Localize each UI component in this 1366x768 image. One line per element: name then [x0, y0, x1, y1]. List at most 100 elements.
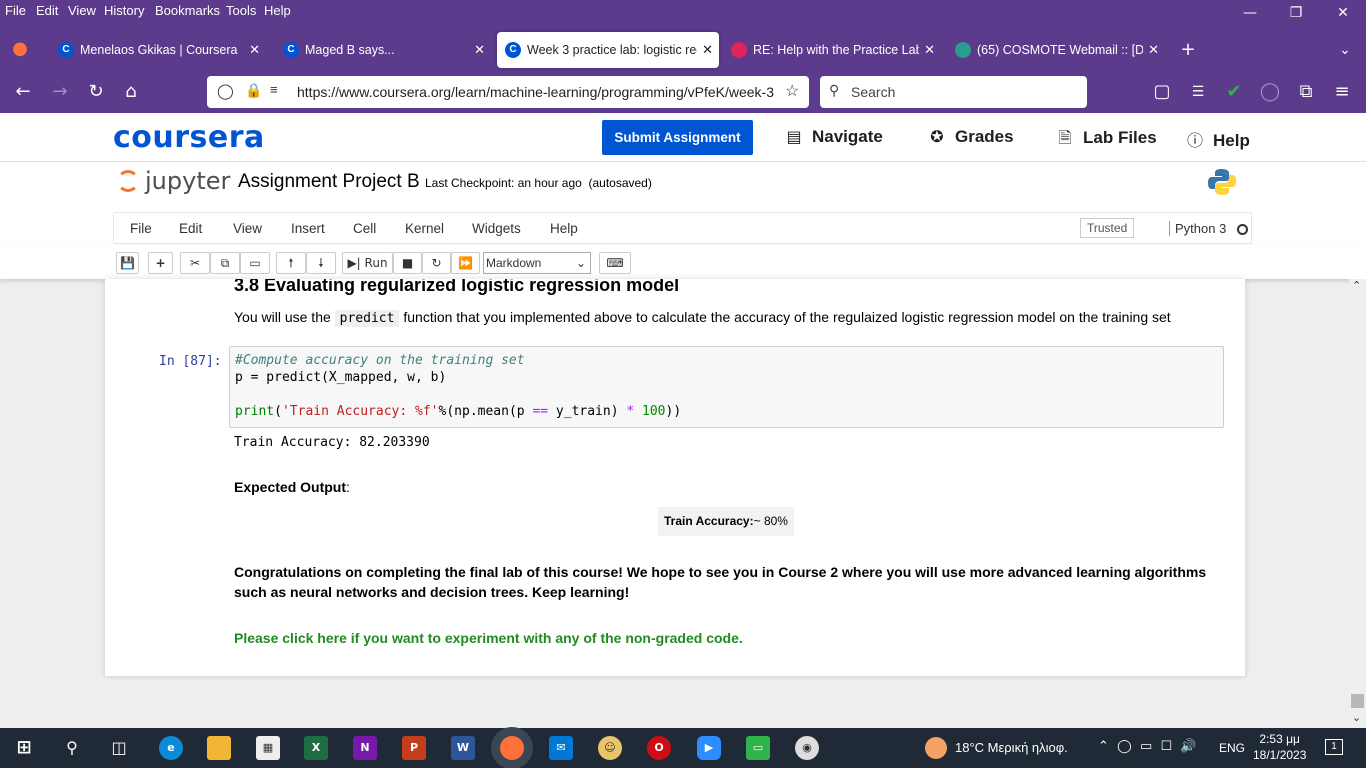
menu-file[interactable]: File	[5, 3, 26, 18]
close-tab-icon[interactable]: ✕	[249, 32, 260, 68]
extension-check-icon[interactable]: ✔	[1223, 81, 1245, 103]
extensions-puzzle-icon[interactable]: ⧉	[1295, 81, 1317, 103]
scroll-thumb[interactable]	[1351, 694, 1364, 708]
excel-icon[interactable]: X	[304, 736, 328, 760]
pocket-icon[interactable]: ▢	[1151, 81, 1173, 103]
copy-icon[interactable]: ⧉	[210, 252, 240, 274]
onenote-icon[interactable]: N	[353, 736, 377, 760]
close-tab-icon[interactable]: ✕	[474, 32, 485, 68]
back-icon[interactable]: ←	[12, 81, 34, 103]
tab-menelaos[interactable]: C Menelaos Gkikas | Coursera ✕	[50, 32, 266, 68]
language-indicator[interactable]: ENG	[1219, 741, 1245, 755]
forward-icon[interactable]: →	[49, 81, 71, 103]
url-bar[interactable]: ◯ 🔒 ≡ https://www.coursera.org/learn/mac…	[207, 76, 809, 108]
library-icon[interactable]: ☰	[1187, 81, 1209, 103]
jmenu-help[interactable]: Help	[550, 221, 578, 236]
file-explorer-icon[interactable]	[207, 736, 231, 760]
restart-icon[interactable]: ↻	[422, 252, 451, 274]
keyboard-icon[interactable]: ⌨	[599, 252, 631, 274]
jmenu-file[interactable]: File	[130, 221, 152, 236]
windows-start-icon[interactable]: ⊞	[12, 736, 36, 760]
navigate-button[interactable]: ▤ Navigate	[784, 127, 882, 147]
save-icon[interactable]: 💾	[116, 252, 139, 274]
game-icon[interactable]: ☺	[598, 736, 622, 760]
restore-icon[interactable]: ❐	[1273, 2, 1319, 24]
firefox-taskbar-icon[interactable]	[500, 736, 524, 760]
paint-icon[interactable]: ◉	[795, 736, 819, 760]
word-icon[interactable]: W	[451, 736, 475, 760]
jmenu-insert[interactable]: Insert	[291, 221, 325, 236]
permissions-icon[interactable]: ≡	[270, 82, 278, 97]
weather-text[interactable]: 18°C Μερική ηλιοφ.	[955, 740, 1068, 755]
mail-icon[interactable]: ✉	[549, 736, 573, 760]
insert-cell-icon[interactable]: +	[148, 252, 173, 274]
fast-forward-icon[interactable]: ⏩	[451, 252, 480, 274]
tab-maged[interactable]: C Maged B says... ✕	[275, 32, 491, 68]
experiment-link[interactable]: Please click here if you want to experim…	[234, 630, 743, 646]
chevron-down-icon[interactable]: ⌄	[1334, 39, 1356, 61]
new-tab-icon[interactable]: +	[1177, 39, 1199, 61]
opera-icon[interactable]: O	[647, 736, 671, 760]
search-input[interactable]: Search	[851, 84, 895, 100]
search-icon[interactable]: ⚲	[60, 736, 84, 760]
close-window-icon[interactable]: ✕	[1320, 2, 1366, 24]
jmenu-cell[interactable]: Cell	[353, 221, 376, 236]
close-tab-icon[interactable]: ✕	[702, 32, 713, 68]
run-button[interactable]: ▶| Run	[342, 252, 393, 274]
notification-icon[interactable]: 1	[1325, 739, 1343, 755]
firefox-view-icon[interactable]: ●	[9, 38, 31, 60]
notebook-title[interactable]: Assignment Project B	[238, 171, 420, 193]
jupyter-logo[interactable]: jupyter	[117, 167, 230, 195]
page-scrollbar[interactable]: ⌃ ⌄	[1349, 279, 1366, 728]
reload-icon[interactable]: ↻	[85, 81, 107, 103]
edge-icon[interactable]: e	[159, 736, 183, 760]
home-icon[interactable]: ⌂	[120, 81, 142, 103]
cell-type-select[interactable]: Markdown ⌄	[483, 252, 591, 274]
tab-re-help[interactable]: RE: Help with the Practice Lab o ✕	[723, 32, 941, 68]
search-bar[interactable]: ⚲ Search	[820, 76, 1087, 108]
jmenu-kernel[interactable]: Kernel	[405, 221, 444, 236]
cut-icon[interactable]: ✂	[180, 252, 210, 274]
jmenu-edit[interactable]: Edit	[179, 221, 202, 236]
app-icon[interactable]: ▭	[746, 736, 770, 760]
trusted-badge[interactable]: Trusted	[1080, 218, 1135, 238]
stop-icon[interactable]: ■	[393, 252, 422, 274]
move-down-icon[interactable]: 🠗	[306, 252, 336, 274]
minimize-icon[interactable]: —	[1227, 2, 1273, 24]
menu-tools[interactable]: Tools	[226, 3, 256, 18]
jmenu-widgets[interactable]: Widgets	[472, 221, 521, 236]
help-button[interactable]: ⓘ Help	[1185, 127, 1250, 151]
store-icon[interactable]: ▦	[256, 736, 280, 760]
close-tab-icon[interactable]: ✕	[924, 32, 935, 68]
url-text[interactable]: https://www.coursera.org/learn/machine-l…	[297, 84, 777, 100]
close-tab-icon[interactable]: ✕	[1148, 32, 1159, 68]
menu-bookmarks[interactable]: Bookmarks	[155, 3, 220, 18]
extension-icon[interactable]: ◯	[1259, 81, 1281, 103]
coursera-logo[interactable]: coursera	[113, 120, 265, 155]
powerpoint-icon[interactable]: P	[402, 736, 426, 760]
tab-week3-lab[interactable]: C Week 3 practice lab: logistic reg ✕	[497, 32, 719, 68]
bookmark-star-icon[interactable]: ☆	[785, 81, 799, 101]
task-view-icon[interactable]: ◫	[107, 736, 131, 760]
paste-icon[interactable]: ▭	[240, 252, 270, 274]
menu-help[interactable]: Help	[264, 3, 291, 18]
submit-assignment-button[interactable]: Submit Assignment	[602, 120, 753, 155]
shield-icon[interactable]: ◯	[217, 82, 234, 100]
clock[interactable]: 2:53 μμ 18/1/2023	[1253, 731, 1306, 763]
lock-icon[interactable]: 🔒	[245, 82, 262, 99]
lab-files-button[interactable]: 🗎 Lab Files	[1055, 127, 1157, 154]
menu-view[interactable]: View	[68, 3, 96, 18]
system-tray-icons[interactable]: ⌃ ◯ ▭ ☐ 🔊	[1098, 739, 1197, 754]
tab-webmail[interactable]: (65) COSMOTE Webmail :: [Deep ✕	[947, 32, 1165, 68]
jmenu-view[interactable]: View	[233, 221, 262, 236]
menu-history[interactable]: History	[104, 3, 144, 18]
hamburger-menu-icon[interactable]: ≡	[1331, 81, 1353, 103]
scroll-down-icon[interactable]: ⌄	[1352, 711, 1361, 724]
code-cell[interactable]: #Compute accuracy on the training set p …	[229, 346, 1224, 428]
scroll-up-icon[interactable]: ⌃	[1352, 279, 1361, 292]
menu-edit[interactable]: Edit	[36, 3, 58, 18]
move-up-icon[interactable]: 🠕	[276, 252, 306, 274]
kernel-name[interactable]: Python 3	[1169, 221, 1226, 236]
grades-button[interactable]: ✪ Grades	[927, 127, 1013, 147]
zoom-icon[interactable]: ▶	[697, 736, 721, 760]
